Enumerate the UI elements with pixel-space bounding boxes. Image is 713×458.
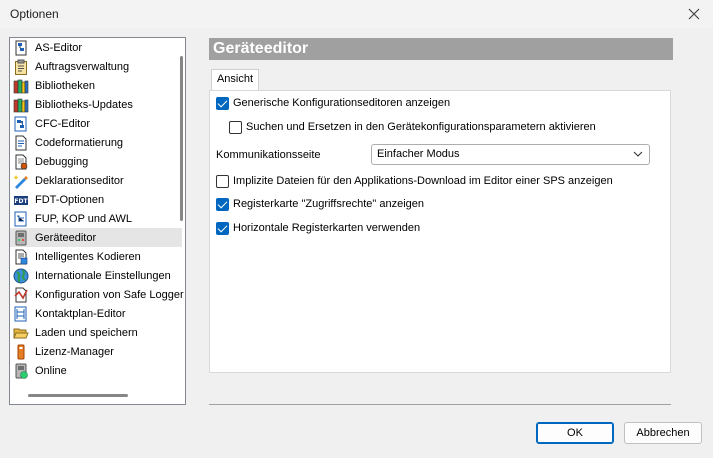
access-rights-label: Registerkarte "Zugriffsrechte" anzeigen bbox=[233, 198, 425, 210]
comm-page-value: Einfacher Modus bbox=[377, 148, 460, 160]
horizontal-tabs-label: Horizontale Registerkarten verwenden bbox=[233, 222, 421, 234]
tree-item[interactable]: FDT FDT-Optionen bbox=[10, 190, 182, 209]
folder-open-icon bbox=[13, 325, 29, 341]
implicit-files-checkbox[interactable] bbox=[216, 174, 229, 188]
tree-item[interactable]: Kontaktplan-Editor bbox=[10, 304, 182, 323]
safe-logger-icon bbox=[13, 287, 29, 303]
tree-item[interactable]: Internationale Einstellungen bbox=[10, 266, 182, 285]
tree-item-label: Internationale Einstellungen bbox=[35, 269, 171, 282]
tree-item-label: Debugging bbox=[35, 155, 89, 168]
title-bar: Optionen bbox=[0, 0, 713, 28]
network-editor-icon bbox=[13, 211, 29, 227]
tree-item[interactable]: FUP, KOP und AWL bbox=[10, 209, 182, 228]
fdt-icon: FDT bbox=[13, 192, 29, 208]
tree-item-label: Laden und speichern bbox=[35, 326, 138, 339]
divider bbox=[209, 404, 671, 405]
tree-item-label: Deklarationseditor bbox=[35, 174, 124, 187]
search-replace-checkbox[interactable] bbox=[229, 120, 242, 134]
tree-item[interactable]: Intelligentes Kodieren bbox=[10, 247, 182, 266]
tree-item[interactable]: Codeformatierung bbox=[10, 133, 182, 152]
tree-item[interactable]: Online bbox=[10, 361, 182, 380]
tree-item-label: Konfiguration von Safe Logger bbox=[35, 288, 184, 301]
declaration-editor-icon bbox=[13, 173, 29, 189]
document-icon bbox=[13, 135, 29, 151]
tree-item-label: FUP, KOP und AWL bbox=[35, 212, 133, 225]
horizontal-scrollbar[interactable] bbox=[28, 394, 128, 397]
comm-page-select[interactable]: Einfacher Modus bbox=[371, 144, 650, 165]
chevron-down-icon bbox=[633, 151, 643, 157]
option-implicit-files[interactable]: Implizite Dateien für den Applikations-D… bbox=[216, 173, 613, 189]
search-replace-label: Suchen und Ersetzen in den Gerätekonfigu… bbox=[246, 121, 596, 133]
page-title: Geräteeditor bbox=[209, 38, 673, 60]
tree-item[interactable]: Bibliotheks-Updates bbox=[10, 95, 182, 114]
library-books-icon bbox=[13, 78, 29, 94]
clipboard-icon bbox=[13, 59, 29, 75]
tab-ansicht[interactable]: Ansicht bbox=[211, 69, 259, 91]
tree-item[interactable]: Debugging bbox=[10, 152, 182, 171]
tree-item[interactable]: Lizenz-Manager bbox=[10, 342, 182, 361]
tree-item-label: Bibliotheks-Updates bbox=[35, 98, 133, 111]
tree-item-label: Online bbox=[35, 364, 67, 377]
implicit-files-label: Implizite Dateien für den Applikations-D… bbox=[233, 175, 613, 187]
option-search-replace[interactable]: Suchen und Ersetzen in den Gerätekonfigu… bbox=[229, 119, 596, 135]
option-generic-editors[interactable]: Generische Konfigurationseditoren anzeig… bbox=[216, 95, 450, 111]
cfc-editor-icon bbox=[13, 116, 29, 132]
option-access-rights[interactable]: Registerkarte "Zugriffsrechte" anzeigen bbox=[216, 196, 424, 212]
library-books-icon bbox=[13, 97, 29, 113]
tree-item-label: AS-Editor bbox=[35, 41, 83, 54]
tree-item-label: Codeformatierung bbox=[35, 136, 124, 149]
category-list: AS-Editor Auftragsverwaltung Bibliotheken B… bbox=[10, 38, 184, 380]
tree-item[interactable]: Konfiguration von Safe Logger bbox=[10, 285, 184, 304]
tree-item-label: CFC-Editor bbox=[35, 117, 91, 130]
close-button[interactable] bbox=[681, 3, 707, 25]
tree-item-label: Kontaktplan-Editor bbox=[35, 307, 126, 320]
ok-button[interactable]: OK bbox=[536, 422, 614, 444]
tree-item-label: Auftragsverwaltung bbox=[35, 60, 130, 73]
tree-item[interactable]: Bibliotheken bbox=[10, 76, 182, 95]
access-rights-checkbox[interactable] bbox=[216, 197, 229, 211]
vertical-scrollbar[interactable] bbox=[180, 56, 183, 221]
globe-icon bbox=[13, 268, 29, 284]
option-horizontal-tabs[interactable]: Horizontale Registerkarten verwenden bbox=[216, 220, 420, 236]
tree-item-label: Bibliotheken bbox=[35, 79, 95, 92]
close-icon bbox=[688, 8, 700, 20]
cancel-button[interactable]: Abbrechen bbox=[624, 422, 702, 444]
online-icon bbox=[13, 363, 29, 379]
tree-item-label: Intelligentes Kodieren bbox=[35, 250, 141, 263]
smart-coding-icon bbox=[13, 249, 29, 265]
tree-item[interactable]: Auftragsverwaltung bbox=[10, 57, 182, 76]
horizontal-tabs-checkbox[interactable] bbox=[216, 221, 229, 235]
tree-item[interactable]: Deklarationseditor bbox=[10, 171, 182, 190]
device-icon bbox=[13, 230, 29, 246]
svg-text:FDT: FDT bbox=[14, 198, 28, 205]
options-category-tree[interactable]: AS-Editor Auftragsverwaltung Bibliotheken B… bbox=[9, 37, 186, 405]
generic-editors-checkbox[interactable] bbox=[216, 96, 229, 110]
tree-item-label: Lizenz-Manager bbox=[35, 345, 114, 358]
tree-item[interactable]: AS-Editor bbox=[10, 38, 182, 57]
window-title: Optionen bbox=[10, 7, 59, 21]
license-icon bbox=[13, 344, 29, 360]
generic-editors-label: Generische Konfigurationseditoren anzeig… bbox=[233, 97, 451, 109]
tree-item-label: Geräteeditor bbox=[35, 231, 97, 244]
comm-page-label: Kommunikationsseite bbox=[216, 149, 321, 161]
comm-page-row: Kommunikationsseite bbox=[216, 147, 321, 163]
tree-item[interactable]: CFC-Editor bbox=[10, 114, 182, 133]
ladder-editor-icon bbox=[13, 306, 29, 322]
tree-item[interactable]: Laden und speichern bbox=[10, 323, 182, 342]
as-editor-icon bbox=[13, 40, 29, 56]
debug-icon bbox=[13, 154, 29, 170]
tree-item-label: FDT-Optionen bbox=[35, 193, 105, 206]
tree-item[interactable]: Geräteeditor bbox=[10, 228, 182, 247]
